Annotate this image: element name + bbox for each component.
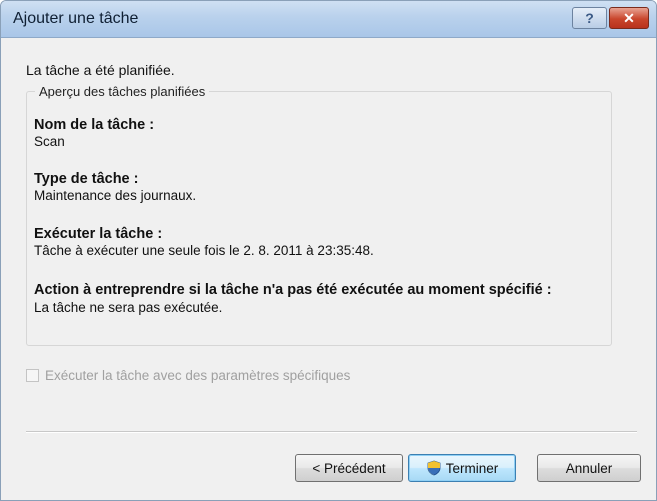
help-icon: ? bbox=[585, 10, 594, 26]
uac-shield-icon bbox=[426, 460, 442, 476]
run-task-section: Exécuter la tâche : Tâche à exécuter une… bbox=[34, 226, 374, 258]
task-type-value: Maintenance des journaux. bbox=[34, 188, 197, 203]
group-legend: Aperçu des tâches planifiées bbox=[39, 84, 206, 99]
title-bar[interactable]: Ajouter une tâche ? ✕ bbox=[1, 1, 656, 38]
cancel-button[interactable]: Annuler bbox=[537, 454, 641, 482]
run-task-label: Exécuter la tâche : bbox=[34, 226, 163, 242]
task-name-label: Nom de la tâche : bbox=[34, 117, 155, 133]
dialog-content: La tâche a été planifiée. Aperçu des tâc… bbox=[1, 38, 656, 500]
missed-action-value: La tâche ne sera pas exécutée. bbox=[34, 300, 223, 315]
help-button[interactable]: ? bbox=[572, 7, 607, 29]
task-type-section: Type de tâche : Maintenance des journaux… bbox=[34, 171, 196, 203]
finish-button-label: Terminer bbox=[445, 460, 499, 476]
task-type-label: Type de tâche : bbox=[34, 171, 139, 187]
dialog-window: Ajouter une tâche ? ✕ La tâche a été pla… bbox=[0, 0, 657, 501]
cancel-button-label: Annuler bbox=[565, 460, 613, 476]
missed-action-label: Action à entreprendre si la tâche n'a pa… bbox=[34, 282, 552, 298]
run-task-value: Tâche à exécuter une seule fois le 2. 8.… bbox=[34, 243, 374, 258]
window-title: Ajouter une tâche bbox=[13, 10, 139, 27]
task-name-value: Scan bbox=[34, 134, 65, 149]
specific-params-checkbox[interactable] bbox=[26, 369, 39, 382]
specific-params-row: Exécuter la tâche avec des paramètres sp… bbox=[26, 368, 350, 383]
previous-button-label: < Précédent bbox=[312, 460, 386, 476]
separator bbox=[26, 431, 637, 433]
missed-action-section: Action à entreprendre si la tâche n'a pa… bbox=[34, 282, 594, 315]
finish-button[interactable]: Terminer bbox=[408, 454, 516, 482]
previous-button[interactable]: < Précédent bbox=[295, 454, 403, 482]
specific-params-label: Exécuter la tâche avec des paramètres sp… bbox=[45, 368, 351, 383]
status-text: La tâche a été planifiée. bbox=[26, 62, 175, 78]
task-name-section: Nom de la tâche : Scan bbox=[34, 117, 154, 149]
close-button[interactable]: ✕ bbox=[609, 7, 649, 29]
close-icon: ✕ bbox=[623, 9, 635, 26]
